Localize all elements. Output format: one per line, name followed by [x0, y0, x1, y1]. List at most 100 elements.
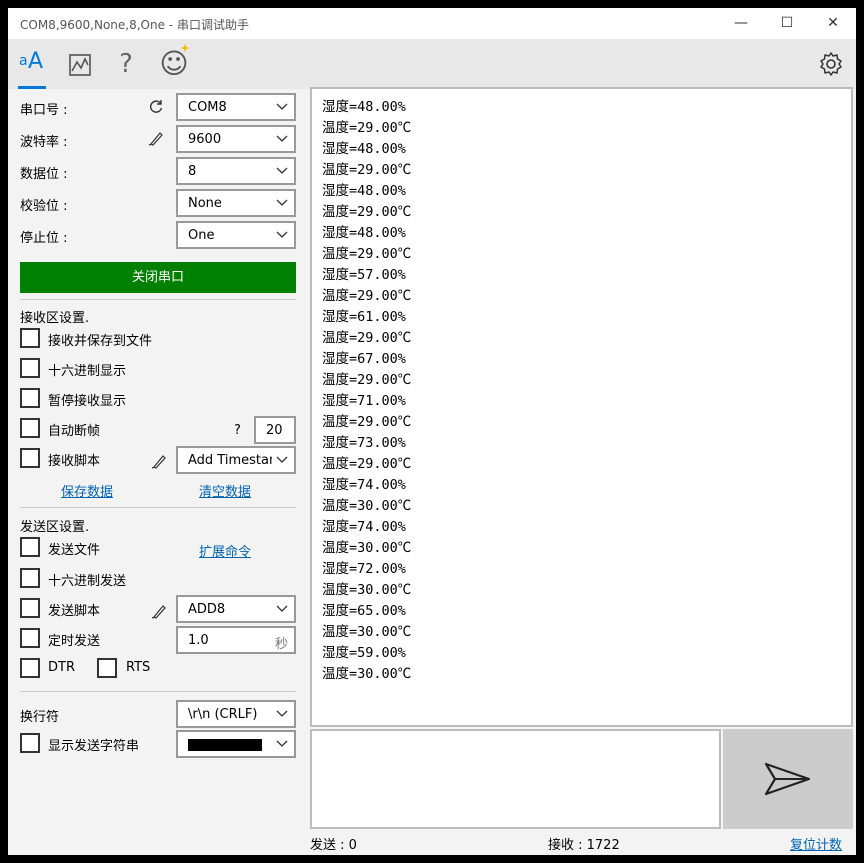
send-script-checkbox[interactable]: [20, 598, 40, 618]
receive-script-checkbox[interactable]: [20, 448, 40, 468]
receive-line: 湿度=73.00%: [322, 435, 406, 451]
close-icon: ✕: [827, 15, 839, 31]
receive-line: 湿度=71.00%: [322, 393, 406, 409]
receive-text: 湿度=48.00% 温度=29.00℃ 湿度=48.00% 温度=29.00℃ 湿度=4…: [322, 97, 411, 685]
sparkle-icon: [180, 43, 190, 53]
sent-count: 发送 : 0: [310, 838, 357, 853]
send-script-select[interactable]: ADD8: [176, 595, 296, 623]
stopbits-select[interactable]: One: [176, 221, 296, 249]
timed-interval-value: 1.0: [188, 633, 209, 648]
chevron-down-icon: [276, 199, 288, 206]
port-label: 串口号 :: [20, 103, 68, 118]
send-script-label: 发送脚本: [48, 604, 101, 619]
auto-break-checkbox[interactable]: [20, 418, 40, 438]
send-color-select[interactable]: [176, 730, 296, 758]
auto-break-label: 自动断帧: [48, 424, 101, 439]
pen-icon[interactable]: [151, 603, 167, 619]
newline-value: \r\n (CRLF): [188, 707, 258, 722]
close-button[interactable]: ✕: [810, 8, 856, 39]
text-tab-glyph: A: [28, 49, 44, 74]
save-to-file-label: 接收并保存到文件: [48, 334, 153, 349]
settings-panel: 串口号 : COM8 波特率 : 9600 数据位 : 8 校验位 : None: [8, 89, 308, 855]
receive-line: 湿度=59.00%: [322, 645, 406, 661]
save-data-link[interactable]: 保存数据: [61, 481, 113, 500]
refresh-icon[interactable]: [148, 98, 164, 114]
parity-value: None: [188, 196, 222, 211]
stopbits-label: 停止位 :: [20, 231, 68, 246]
dtr-label: DTR: [48, 660, 75, 675]
receive-line: 温度=30.00℃: [322, 498, 412, 514]
receive-line: 温度=29.00℃: [322, 288, 412, 304]
receive-line: 温度=29.00℃: [322, 414, 412, 430]
timed-send-checkbox[interactable]: [20, 628, 40, 648]
hex-display-checkbox[interactable]: [20, 358, 40, 378]
receive-line: 湿度=65.00%: [322, 603, 406, 619]
pen-icon[interactable]: [148, 130, 164, 146]
tab-emoji[interactable]: ☺: [158, 43, 190, 81]
maximize-button[interactable]: ☐: [764, 8, 810, 39]
receive-line: 温度=30.00℃: [322, 666, 412, 682]
baud-select[interactable]: 9600: [176, 125, 296, 153]
port-value: COM8: [188, 100, 227, 115]
timed-send-label: 定时发送: [48, 634, 101, 649]
dtr-checkbox[interactable]: [20, 658, 40, 678]
receive-line: 温度=30.00℃: [322, 624, 412, 640]
auto-break-input[interactable]: 20: [254, 416, 296, 444]
receive-area[interactable]: 湿度=48.00% 温度=29.00℃ 湿度=48.00% 温度=29.00℃ 湿度=4…: [310, 87, 853, 727]
chevron-down-icon: [276, 710, 288, 717]
hex-send-checkbox[interactable]: [20, 568, 40, 588]
chevron-down-icon: [276, 135, 288, 142]
receive-line: 湿度=48.00%: [322, 183, 406, 199]
receive-line: 温度=29.00℃: [322, 330, 412, 346]
newline-select[interactable]: \r\n (CRLF): [176, 700, 296, 728]
font-size-icon: a: [19, 53, 28, 69]
gear-icon: [820, 52, 842, 76]
clear-data-link[interactable]: 清空数据: [199, 481, 251, 500]
receive-line: 湿度=61.00%: [322, 309, 406, 325]
receive-line: 湿度=72.00%: [322, 561, 406, 577]
show-send-string-label: 显示发送字符串: [48, 739, 140, 754]
minimize-button[interactable]: —: [718, 8, 764, 39]
rts-checkbox[interactable]: [97, 658, 117, 678]
databits-select[interactable]: 8: [176, 157, 296, 185]
receive-line: 湿度=48.00%: [322, 141, 406, 157]
toolbar: a A ? ☺: [8, 39, 856, 89]
tab-text[interactable]: a A: [16, 49, 48, 81]
window-title: COM8,9600,None,8,One - 串口调试助手: [20, 18, 249, 32]
auto-break-help-icon[interactable]: ?: [234, 423, 241, 438]
newline-label: 换行符: [20, 710, 60, 725]
chart-icon: [69, 54, 91, 76]
parity-select[interactable]: None: [176, 189, 296, 217]
receive-settings-header: 接收区设置.: [20, 311, 90, 326]
baud-label: 波特率 :: [20, 135, 68, 150]
tab-chart[interactable]: [64, 49, 96, 81]
pause-display-checkbox[interactable]: [20, 388, 40, 408]
receive-line: 温度=29.00℃: [322, 162, 412, 178]
receive-line: 湿度=74.00%: [322, 519, 406, 535]
save-to-file-checkbox[interactable]: [20, 328, 40, 348]
databits-label: 数据位 :: [20, 167, 68, 182]
port-select[interactable]: COM8: [176, 93, 296, 121]
receive-script-select[interactable]: Add Timestamp: [176, 446, 296, 474]
extend-command-link[interactable]: 扩展命令: [199, 541, 251, 560]
divider: [20, 299, 296, 300]
reset-count-link[interactable]: 复位计数: [790, 834, 842, 853]
send-button[interactable]: [723, 729, 853, 829]
receive-line: 温度=29.00℃: [322, 204, 412, 220]
receive-line: 温度=30.00℃: [322, 582, 412, 598]
receive-script-label: 接收脚本: [48, 454, 101, 469]
auto-break-value: 20: [266, 423, 283, 438]
send-input[interactable]: [310, 729, 721, 829]
chevron-down-icon: [276, 740, 288, 747]
tab-help[interactable]: ?: [110, 49, 142, 81]
hex-send-label: 十六进制发送: [48, 574, 127, 589]
show-send-string-checkbox[interactable]: [20, 733, 40, 753]
send-file-checkbox[interactable]: [20, 537, 40, 557]
close-port-button[interactable]: 关闭串口: [20, 262, 296, 293]
receive-line: 温度=30.00℃: [322, 540, 412, 556]
pen-icon[interactable]: [151, 453, 167, 469]
settings-button[interactable]: [815, 51, 847, 83]
timed-interval-input[interactable]: 1.0 秒: [176, 626, 296, 654]
chevron-down-icon: [276, 456, 288, 463]
received-count: 接收 : 1722: [548, 838, 620, 853]
